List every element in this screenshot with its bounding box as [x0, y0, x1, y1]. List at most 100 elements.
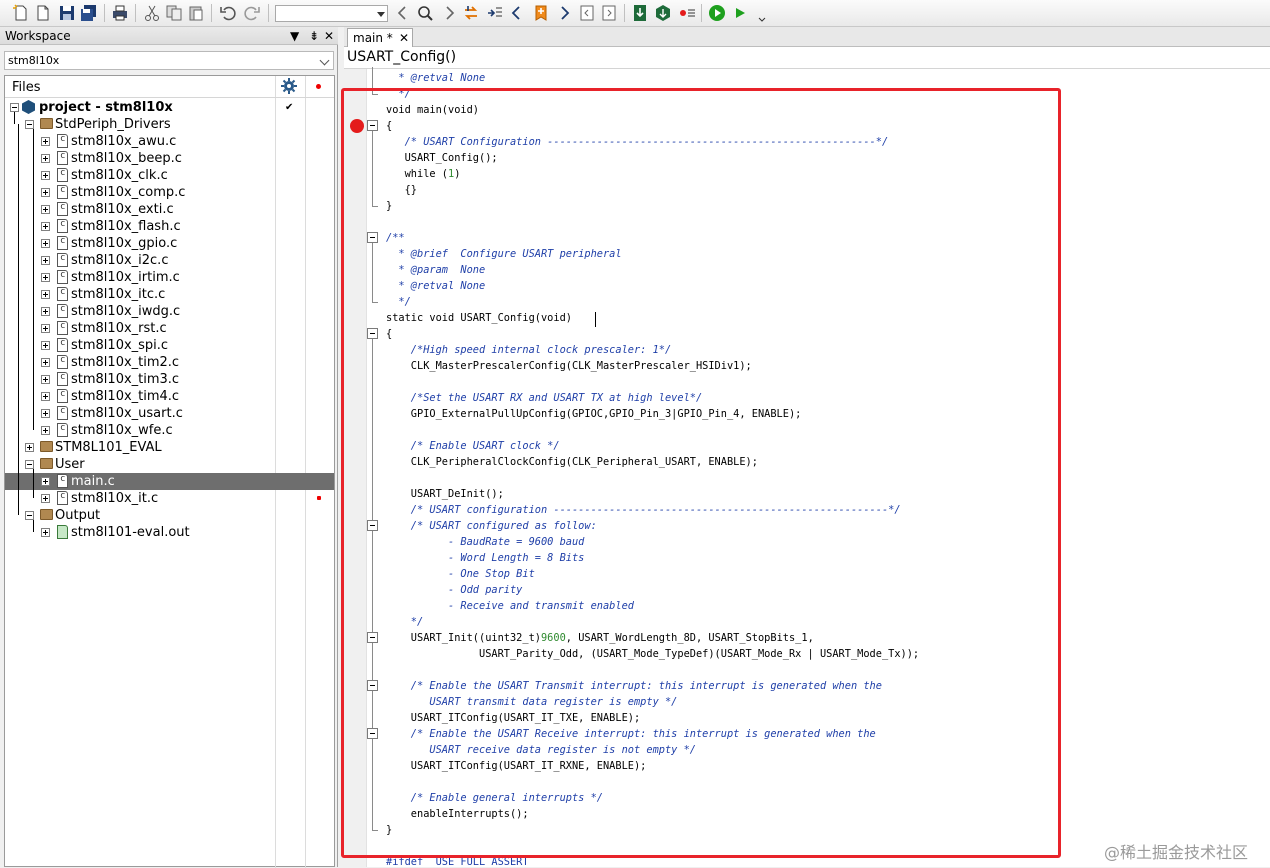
function-bar[interactable]: USART_Config() — [344, 47, 1270, 69]
replace-icon[interactable] — [462, 4, 480, 22]
print-icon[interactable] — [111, 4, 129, 22]
next-bookmark-icon[interactable] — [555, 4, 573, 22]
expand-icon[interactable] — [41, 477, 50, 486]
expand-icon[interactable] — [41, 222, 50, 231]
file-node[interactable]: stm8l101-eval.out — [5, 524, 334, 541]
expand-icon[interactable] — [41, 392, 50, 401]
nav-forward-icon[interactable] — [440, 4, 458, 22]
collapse-icon[interactable] — [25, 460, 34, 469]
build-icon[interactable] — [654, 4, 672, 22]
check-icon: ✔ — [285, 102, 294, 113]
cut-icon[interactable] — [143, 4, 161, 22]
fold-toggle-icon[interactable] — [367, 728, 378, 739]
folder-node[interactable]: Output — [5, 507, 334, 524]
file-node[interactable]: stm8l10x_exti.c — [5, 201, 334, 218]
workspace-menu-icon[interactable]: ▼ — [290, 28, 299, 44]
folder-node[interactable]: User — [5, 456, 334, 473]
file-node[interactable]: main.c — [5, 473, 334, 490]
copy-icon[interactable] — [165, 4, 183, 22]
goto-icon[interactable] — [486, 4, 504, 22]
file-node[interactable]: stm8l10x_comp.c — [5, 184, 334, 201]
expand-icon[interactable] — [41, 358, 50, 367]
expand-icon[interactable] — [41, 341, 50, 350]
file-node[interactable]: stm8l10x_flash.c — [5, 218, 334, 235]
toggle-icon[interactable] — [678, 4, 696, 22]
file-node[interactable]: stm8l10x_usart.c — [5, 405, 334, 422]
save-all-icon[interactable] — [80, 4, 98, 22]
expand-icon[interactable] — [41, 154, 50, 163]
file-node[interactable]: stm8l10x_iwdg.c — [5, 303, 334, 320]
next-page-icon[interactable] — [600, 4, 618, 22]
expand-icon[interactable] — [41, 171, 50, 180]
expand-icon[interactable] — [41, 324, 50, 333]
configuration-select[interactable]: stm8l10x — [4, 51, 334, 70]
fold-toggle-icon[interactable] — [367, 232, 378, 243]
expand-icon[interactable] — [41, 239, 50, 248]
fold-toggle-icon[interactable] — [367, 632, 378, 643]
expand-icon[interactable] — [41, 290, 50, 299]
collapse-icon[interactable] — [25, 120, 34, 129]
file-node[interactable]: stm8l10x_i2c.c — [5, 252, 334, 269]
expand-icon[interactable] — [41, 375, 50, 384]
expand-icon[interactable] — [41, 256, 50, 265]
prev-bookmark-icon[interactable] — [508, 4, 526, 22]
expand-icon[interactable] — [41, 188, 50, 197]
expand-icon[interactable] — [41, 273, 50, 282]
expand-icon[interactable] — [41, 494, 50, 503]
fold-toggle-icon[interactable] — [367, 520, 378, 531]
collapse-icon[interactable] — [10, 103, 19, 112]
gear-icon[interactable] — [281, 78, 297, 94]
paste-icon[interactable] — [187, 4, 205, 22]
toolbar-overflow-icon[interactable] — [753, 4, 766, 22]
file-node[interactable]: stm8l10x_gpio.c — [5, 235, 334, 252]
file-node[interactable]: stm8l10x_irtim.c — [5, 269, 334, 286]
save-icon[interactable] — [58, 4, 76, 22]
fold-toggle-icon[interactable] — [367, 680, 378, 691]
close-icon[interactable]: ✕ — [324, 28, 334, 44]
file-node[interactable]: stm8l10x_tim3.c — [5, 371, 334, 388]
collapse-icon[interactable] — [25, 511, 34, 520]
file-node[interactable]: stm8l10x_tim4.c — [5, 388, 334, 405]
expand-icon[interactable] — [41, 137, 50, 146]
new-file-icon[interactable] — [12, 4, 30, 22]
file-node[interactable]: stm8l10x_beep.c — [5, 150, 334, 167]
folder-node[interactable]: StdPeriph_Drivers — [5, 116, 334, 133]
new-doc-icon[interactable] — [34, 4, 52, 22]
tab-main[interactable]: main * ✕ — [347, 28, 413, 48]
find-combo[interactable] — [275, 5, 388, 22]
nav-back-icon[interactable] — [394, 4, 412, 22]
file-node[interactable]: stm8l10x_itc.c — [5, 286, 334, 303]
expand-icon[interactable] — [25, 443, 34, 452]
fold-toggle-icon[interactable] — [367, 120, 378, 131]
expand-icon[interactable] — [41, 426, 50, 435]
pin-icon[interactable]: ⇟ — [309, 28, 319, 44]
expand-icon[interactable] — [41, 409, 50, 418]
file-node[interactable]: stm8l10x_spi.c — [5, 337, 334, 354]
file-node[interactable]: stm8l10x_clk.c — [5, 167, 334, 184]
chevron-down-icon[interactable] — [319, 55, 330, 66]
file-node[interactable]: stm8l10x_awu.c — [5, 133, 334, 150]
search-icon[interactable] — [416, 4, 434, 22]
file-node[interactable]: stm8l10x_rst.c — [5, 320, 334, 337]
file-node[interactable]: stm8l10x_wfe.c — [5, 422, 334, 439]
file-node[interactable]: stm8l10x_it.c — [5, 490, 334, 507]
fold-column — [366, 69, 384, 867]
expand-icon[interactable] — [41, 205, 50, 214]
close-icon[interactable]: ✕ — [399, 31, 409, 45]
project-node[interactable]: project - stm8l10x ✔ — [5, 99, 334, 116]
go-icon[interactable] — [708, 4, 726, 22]
chevron-down-icon[interactable] — [377, 12, 385, 17]
debug-icon[interactable] — [731, 4, 749, 22]
expand-icon[interactable] — [41, 307, 50, 316]
undo-icon[interactable] — [219, 4, 237, 22]
breakpoint-icon[interactable] — [350, 119, 364, 133]
fold-toggle-icon[interactable] — [367, 328, 378, 339]
expand-icon[interactable] — [41, 528, 50, 537]
code-area[interactable]: * @retval None */ void main(void) { /* USA… — [384, 69, 1270, 867]
download-icon[interactable] — [631, 4, 649, 22]
file-node[interactable]: stm8l10x_tim2.c — [5, 354, 334, 371]
redo-icon[interactable] — [243, 4, 261, 22]
folder-node[interactable]: STM8L101_EVAL — [5, 439, 334, 456]
bookmark-icon[interactable] — [532, 4, 550, 22]
prev-page-icon[interactable] — [578, 4, 596, 22]
